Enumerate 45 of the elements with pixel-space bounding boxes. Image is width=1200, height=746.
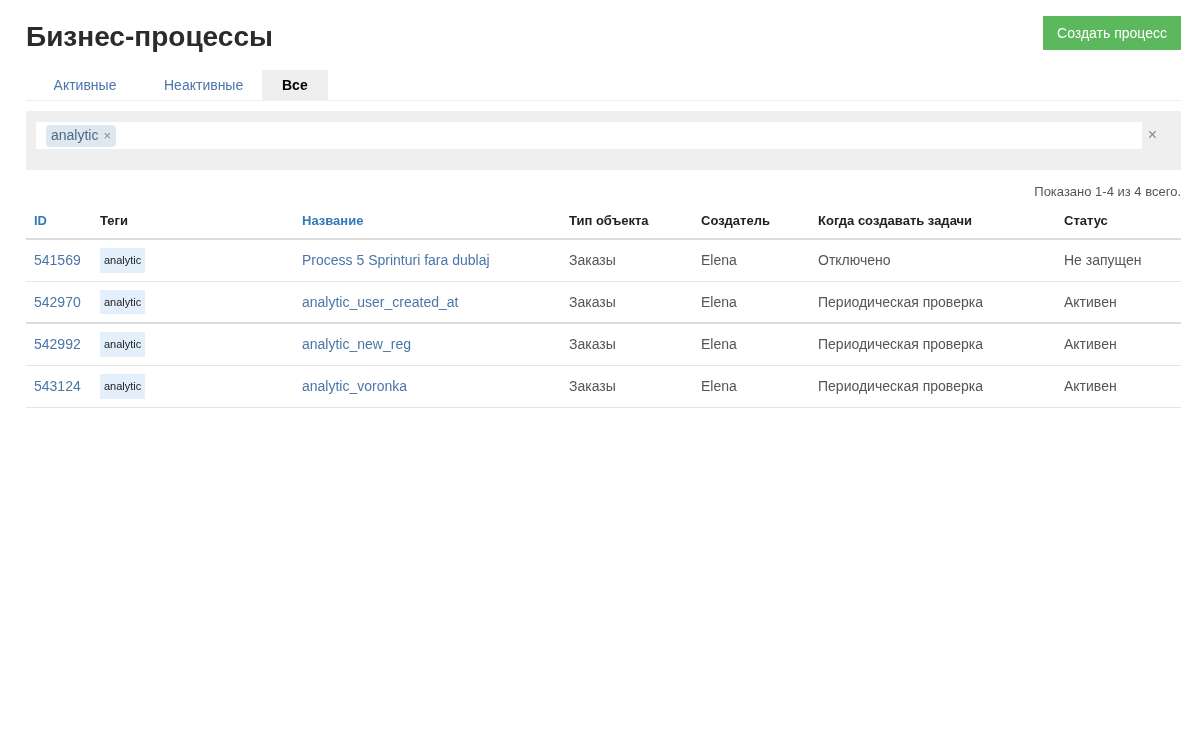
table-cell: Заказы bbox=[569, 336, 616, 352]
table-cell: Не запущен bbox=[1064, 252, 1142, 268]
tag-label: analytic bbox=[100, 374, 146, 399]
process-name-link[interactable]: analytic_new_reg bbox=[302, 336, 411, 352]
table-cell: Elena bbox=[701, 336, 737, 352]
results-summary: Показано 1-4 из 4 всего. bbox=[1034, 183, 1181, 201]
table-cell: Заказы bbox=[569, 293, 616, 310]
process-name-link[interactable]: analytic_user_created_at bbox=[302, 293, 459, 310]
tag-label: analytic bbox=[51, 126, 99, 145]
column-header: Статус bbox=[1064, 212, 1108, 228]
table-cell: Активен bbox=[1064, 378, 1117, 394]
table-cell: Заказы bbox=[569, 252, 616, 268]
table-cell: Elena bbox=[701, 293, 737, 310]
sortable-column-header[interactable]: Название bbox=[302, 212, 364, 228]
tag-label: analytic bbox=[100, 289, 146, 315]
table-cell: Отключено bbox=[818, 252, 891, 268]
tag-input-field[interactable]: analytic × bbox=[36, 122, 1142, 149]
process-name-link[interactable]: Process 5 Sprinturi fara dublaj bbox=[302, 252, 490, 268]
table-cell: Elena bbox=[701, 252, 737, 268]
table-cell: Периодическая проверка bbox=[818, 378, 983, 394]
tab[interactable]: Активные bbox=[26, 70, 144, 100]
tab[interactable]: Все bbox=[262, 70, 328, 100]
tag-remove-button[interactable]: × bbox=[103, 125, 112, 146]
id-link[interactable]: 542992 bbox=[34, 336, 81, 352]
sortable-column-header[interactable]: ID bbox=[34, 212, 47, 228]
table-cell: Elena bbox=[701, 378, 737, 394]
id-link[interactable]: 541569 bbox=[34, 252, 81, 268]
clear-button[interactable]: × bbox=[1147, 122, 1157, 148]
column-header: Создатель bbox=[701, 212, 770, 228]
table-cell: Активен bbox=[1064, 336, 1117, 352]
page-title: Бизнес-процессы bbox=[26, 20, 273, 54]
create-process-button[interactable]: Создать процесс bbox=[1043, 16, 1181, 50]
column-header: Когда создавать задачи bbox=[818, 212, 973, 228]
tag-label: analytic bbox=[100, 248, 146, 273]
process-name-link[interactable]: analytic_voronka bbox=[302, 378, 408, 394]
id-link[interactable]: 543124 bbox=[34, 378, 81, 394]
tab[interactable]: Неактивные bbox=[144, 70, 262, 100]
id-link[interactable]: 542970 bbox=[34, 293, 81, 310]
table-cell: Заказы bbox=[569, 378, 616, 394]
column-header: Теги bbox=[100, 212, 128, 228]
column-header: Тип объекта bbox=[569, 212, 649, 228]
tag-label: analytic bbox=[100, 332, 146, 357]
table-cell: Активен bbox=[1064, 293, 1117, 310]
table-cell: Периодическая проверка bbox=[818, 293, 983, 310]
table-cell: Периодическая проверка bbox=[818, 336, 983, 352]
